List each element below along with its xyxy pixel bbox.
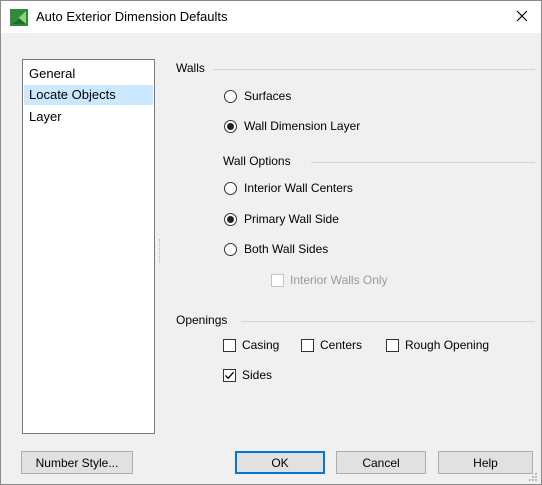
title-bar[interactable]: Auto Exterior Dimension Defaults: [1, 1, 541, 33]
surfaces-radio[interactable]: Surfaces: [224, 89, 291, 103]
checkbox-label: Sides: [242, 368, 273, 382]
button-label: Help: [473, 455, 498, 470]
checkbox-box: [223, 338, 236, 352]
radio-circle: [224, 242, 237, 256]
nav-item-label: General: [29, 66, 76, 81]
radio-circle: [224, 89, 237, 103]
checkbox-label: Centers: [320, 338, 363, 352]
casing-checkbox[interactable]: Casing: [223, 338, 279, 352]
checkbox-label: Rough Opening: [405, 338, 490, 352]
openings-heading: Openings: [176, 313, 228, 327]
close-icon: [516, 10, 528, 25]
nav-item-general[interactable]: General: [24, 64, 153, 84]
radio-circle: [224, 119, 237, 133]
number-style-button[interactable]: Number Style...: [21, 451, 133, 474]
radio-label: Interior Wall Centers: [244, 181, 353, 195]
button-label: Number Style...: [35, 455, 119, 470]
nav-item-locate-objects[interactable]: Locate Objects: [24, 85, 153, 105]
radio-label: Both Wall Sides: [244, 242, 329, 256]
checkbox-box: [386, 338, 399, 352]
primary-wall-side-radio[interactable]: Primary Wall Side: [224, 212, 339, 226]
checkmark-icon: [225, 371, 234, 379]
checkbox-box: [223, 368, 236, 382]
radio-label: Wall Dimension Layer: [244, 119, 361, 133]
window-title: Auto Exterior Dimension Defaults: [36, 9, 228, 24]
checkbox-box: [271, 273, 284, 287]
wall-options-divider: [311, 162, 535, 163]
sides-checkbox[interactable]: Sides: [223, 368, 272, 382]
checkbox-label: Casing: [242, 338, 280, 352]
walls-divider: [213, 69, 535, 70]
button-label: OK: [271, 455, 289, 470]
button-label: Cancel: [362, 455, 400, 470]
cancel-button[interactable]: Cancel: [336, 451, 426, 474]
wall-dimension-layer-radio[interactable]: Wall Dimension Layer: [224, 119, 360, 133]
category-list: General Locate Objects Layer: [22, 59, 155, 434]
close-button[interactable]: [503, 1, 541, 33]
centers-checkbox[interactable]: Centers: [301, 338, 362, 352]
radio-label: Primary Wall Side: [244, 212, 339, 226]
checkbox-box: [301, 338, 314, 352]
radio-circle: [224, 181, 237, 195]
help-button[interactable]: Help: [438, 451, 533, 474]
radio-label: Surfaces: [244, 89, 292, 103]
wall-options-heading: Wall Options: [223, 154, 291, 168]
radio-circle: [224, 212, 237, 226]
nav-item-label: Layer: [29, 109, 62, 124]
dialog-window: Auto Exterior Dimension Defaults General…: [0, 0, 542, 485]
interior-walls-only-checkbox[interactable]: Interior Walls Only: [271, 273, 388, 287]
nav-item-layer[interactable]: Layer: [24, 107, 153, 127]
app-icon: [10, 9, 28, 26]
openings-divider: [241, 321, 535, 322]
resize-grip-icon[interactable]: [528, 471, 538, 481]
both-wall-sides-radio[interactable]: Both Wall Sides: [224, 242, 328, 256]
walls-heading: Walls: [176, 61, 205, 75]
ok-button[interactable]: OK: [235, 451, 325, 474]
checkbox-label: Interior Walls Only: [290, 273, 388, 287]
rough-opening-checkbox[interactable]: Rough Opening: [386, 338, 489, 352]
nav-item-label: Locate Objects: [29, 87, 116, 102]
interior-wall-centers-radio[interactable]: Interior Wall Centers: [224, 181, 353, 195]
panel-splitter[interactable]: [159, 239, 161, 263]
